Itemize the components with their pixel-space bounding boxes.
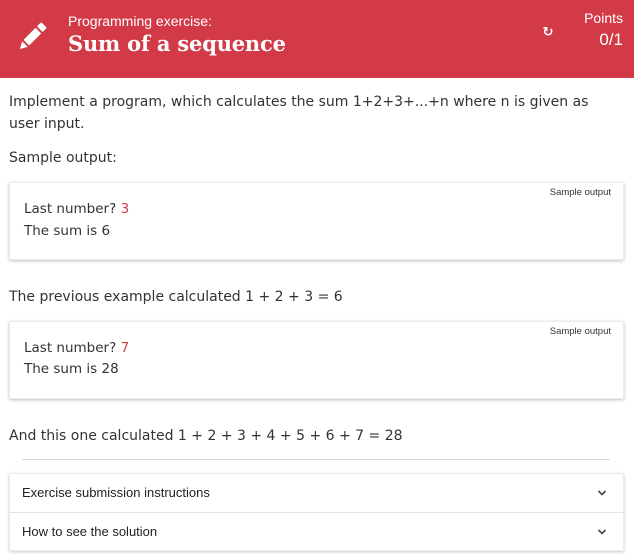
sample-user-input: 3 xyxy=(120,201,130,217)
sample-output-tag: Sample output xyxy=(549,187,611,198)
points-label: Points xyxy=(584,10,623,26)
accordion-label: Exercise submission instructions xyxy=(22,485,210,500)
sample-result: The sum is 6 xyxy=(24,223,111,239)
exercise-description: Implement a program, which calculates th… xyxy=(9,94,589,132)
reset-icon[interactable]: ↻ xyxy=(540,25,556,41)
sample-prompt: Last number? xyxy=(24,340,121,356)
divider xyxy=(22,459,610,460)
sample-output-box: Sample output Last number? 3 The sum is … xyxy=(9,182,624,260)
accordion-see-solution[interactable]: How to see the solution xyxy=(10,512,623,551)
pencil-icon xyxy=(19,22,47,50)
sample-output-box: Sample output Last number? 7 The sum is … xyxy=(9,321,624,399)
accordion-label: How to see the solution xyxy=(22,524,158,539)
explanation-text: The previous example calculated 1 + 2 + … xyxy=(9,289,343,305)
exercise-title: Sum of a sequence xyxy=(68,31,286,56)
accordion-submission-instructions[interactable]: Exercise submission instructions xyxy=(10,474,623,512)
sample-prompt-line: Last number? 7 xyxy=(24,340,129,356)
chevron-down-icon xyxy=(597,529,607,535)
instructions-accordion: Exercise submission instructions How to … xyxy=(9,473,624,551)
exercise-type-label: Programming exercise: xyxy=(68,13,212,29)
chevron-down-icon xyxy=(597,490,607,496)
explanation-text: And this one calculated 1 + 2 + 3 + 4 + … xyxy=(9,428,403,444)
sample-output-heading: Sample output: xyxy=(9,150,117,166)
sample-output-tag: Sample output xyxy=(549,326,611,337)
exercise-header: Programming exercise: Sum of a sequence … xyxy=(0,0,634,78)
sample-user-input: 7 xyxy=(120,340,130,356)
sample-prompt: Last number? xyxy=(24,201,121,217)
sample-prompt-line: Last number? 3 xyxy=(24,201,129,217)
points-value: 0/1 xyxy=(599,30,623,49)
sample-result: The sum is 28 xyxy=(24,361,119,377)
